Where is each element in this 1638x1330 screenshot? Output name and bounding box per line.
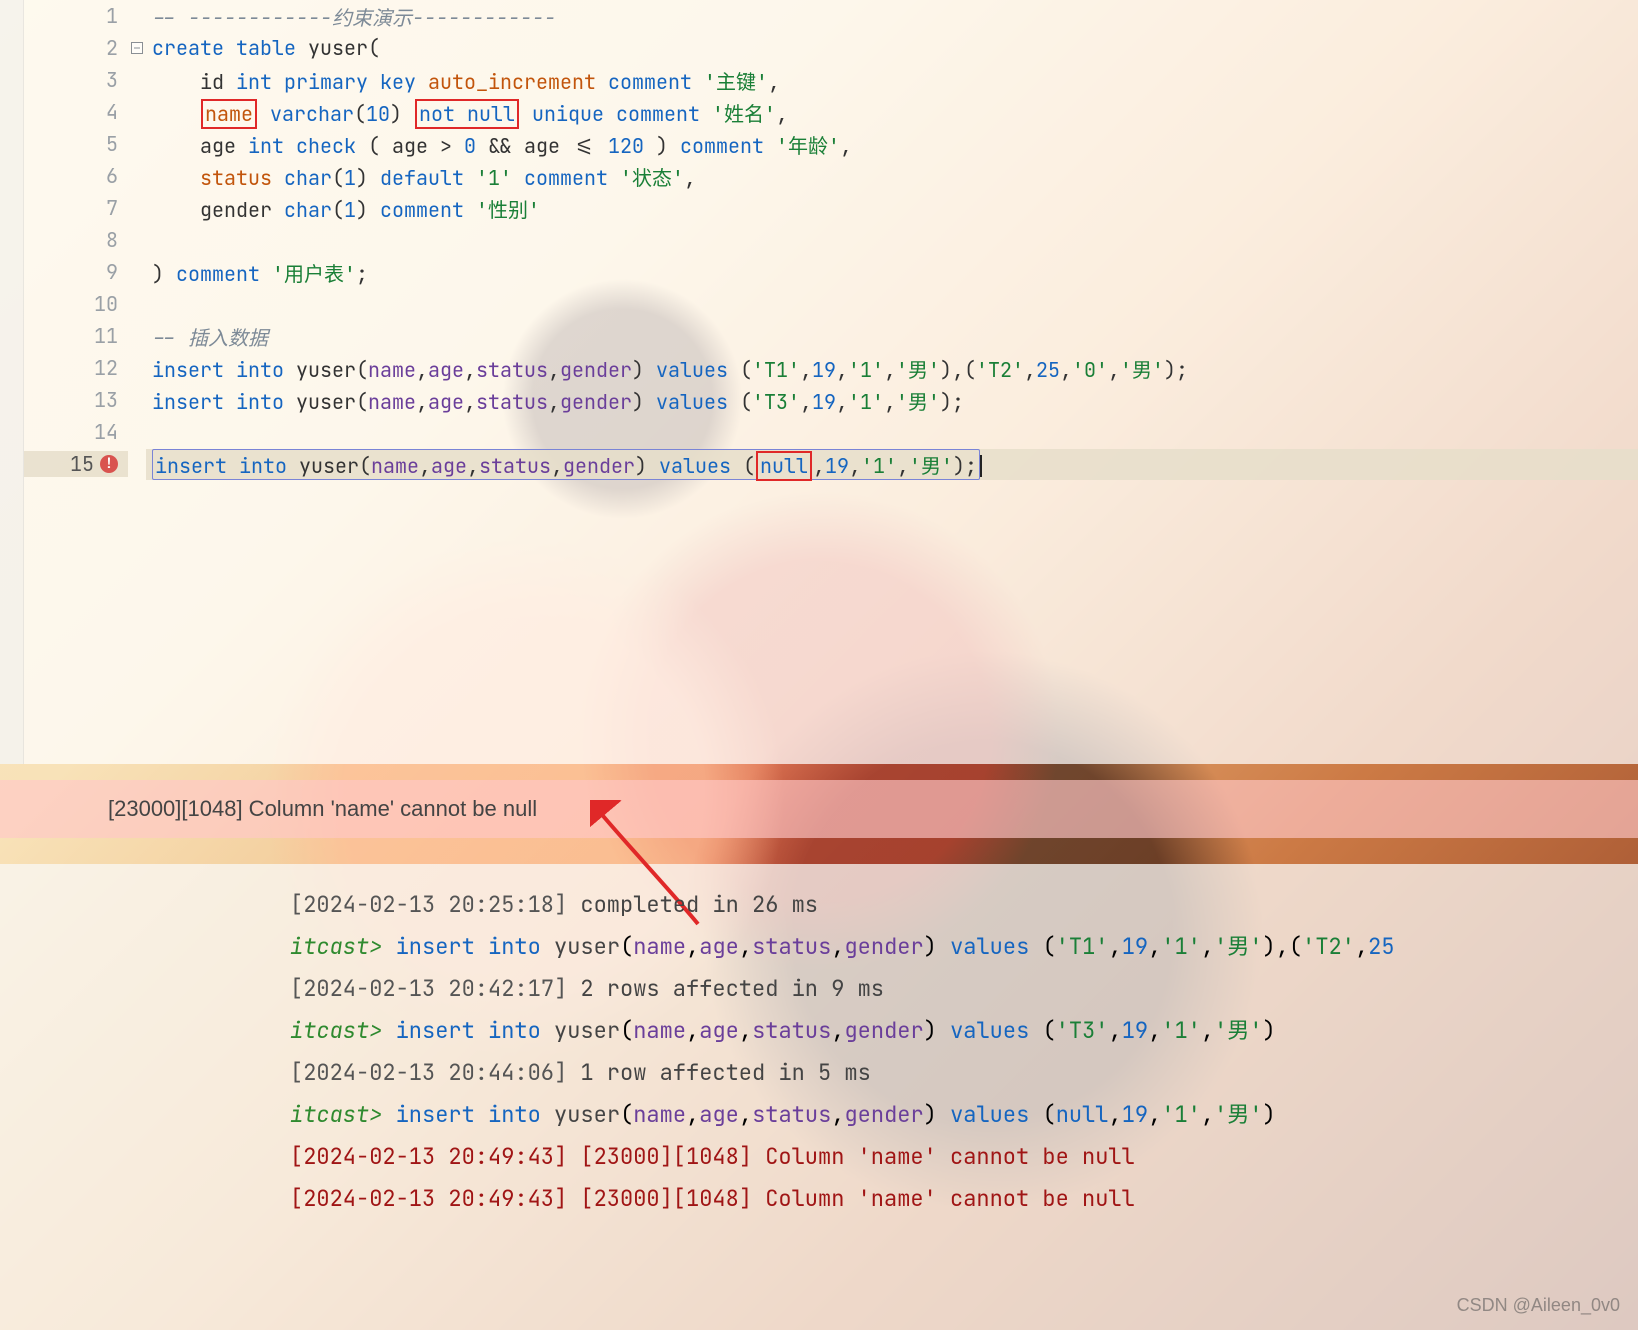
console-output[interactable]: [2024-02-13 20:25:18] completed in 26 ms…: [290, 884, 1638, 1220]
code-line[interactable]: 13 insert into yuser(name,age,status,gen…: [24, 384, 1638, 416]
code-text[interactable]: -- 插入数据: [146, 322, 1638, 351]
watermark: CSDN @Aileen_0v0: [1457, 1295, 1620, 1316]
editor-side-strip: [0, 0, 24, 764]
code-text[interactable]: id int primary key auto_increment commen…: [146, 66, 1638, 95]
annotation-box-notnull: not null: [415, 99, 519, 129]
line-number: 1: [24, 3, 128, 29]
console-line: itcast> insert into yuser(name,age,statu…: [290, 1094, 1638, 1136]
line-number: 5: [24, 131, 128, 157]
console-line-error: [2024-02-13 20:49:43] [23000][1048] Colu…: [290, 1178, 1638, 1220]
line-number: 10: [24, 291, 128, 317]
line-number: 4: [24, 99, 128, 125]
line-number: 13: [24, 387, 128, 413]
console-line: [2024-02-13 20:25:18] completed in 26 ms: [290, 884, 1638, 926]
line-number: 15!: [24, 451, 128, 477]
statement-highlight: insert into yuser(name,age,status,gender…: [152, 449, 980, 480]
code-line[interactable]: 4 name varchar(10) not null unique comme…: [24, 96, 1638, 128]
console-line-error: [2024-02-13 20:49:43] [23000][1048] Colu…: [290, 1136, 1638, 1178]
line-number: 8: [24, 227, 128, 253]
code-text[interactable]: ) comment '用户表';: [146, 258, 1638, 287]
code-line[interactable]: 1 -- ------------约束演示------------: [24, 0, 1638, 32]
error-gutter-icon[interactable]: !: [100, 455, 118, 473]
console-line: [2024-02-13 20:42:17] 2 rows affected in…: [290, 968, 1638, 1010]
root: 1 -- ------------约束演示------------ 2 crea…: [0, 0, 1638, 1330]
fold-toggle[interactable]: [128, 42, 146, 54]
line-number: 14: [24, 419, 128, 445]
code-line[interactable]: 6 status char(1) default '1' comment '状态…: [24, 160, 1638, 192]
fold-minus-icon: [131, 42, 143, 54]
code-text[interactable]: -- ------------约束演示------------: [146, 2, 1638, 31]
editor-body: 1 -- ------------约束演示------------ 2 crea…: [24, 0, 1638, 764]
code-text[interactable]: age int check ( age > 0 && age <= 120 ) …: [146, 130, 1638, 159]
code-text[interactable]: status char(1) default '1' comment '状态',: [146, 162, 1638, 191]
code-line[interactable]: 11 -- 插入数据: [24, 320, 1638, 352]
error-message: [23000][1048] Column 'name' cannot be nu…: [108, 796, 537, 822]
code-line[interactable]: 10: [24, 288, 1638, 320]
code-text[interactable]: insert into yuser(name,age,status,gender…: [146, 354, 1638, 383]
code-line[interactable]: 7 gender char(1) comment '性别': [24, 192, 1638, 224]
error-banner[interactable]: [23000][1048] Column 'name' cannot be nu…: [0, 780, 1638, 838]
code-line[interactable]: 3 id int primary key auto_increment comm…: [24, 64, 1638, 96]
code-line-active[interactable]: 15! insert into yuser(name,age,status,ge…: [24, 448, 1638, 480]
code-text[interactable]: insert into yuser(name,age,status,gender…: [146, 449, 1638, 480]
console-line: itcast> insert into yuser(name,age,statu…: [290, 926, 1638, 968]
code-text[interactable]: create table yuser(: [146, 35, 1638, 61]
code-text[interactable]: name varchar(10) not null unique comment…: [146, 98, 1638, 127]
line-number: 3: [24, 67, 128, 93]
line-number: 12: [24, 355, 128, 381]
code-text[interactable]: gender char(1) comment '性别': [146, 194, 1638, 223]
code-line[interactable]: 14: [24, 416, 1638, 448]
line-number: 7: [24, 195, 128, 221]
line-number: 2: [24, 35, 128, 61]
annotation-box-name: name: [201, 99, 257, 129]
line-number: 11: [24, 323, 128, 349]
console-line: itcast> insert into yuser(name,age,statu…: [290, 1010, 1638, 1052]
text-cursor: [980, 455, 982, 477]
code-editor[interactable]: 1 -- ------------约束演示------------ 2 crea…: [0, 0, 1638, 764]
code-text[interactable]: insert into yuser(name,age,status,gender…: [146, 386, 1638, 415]
console-line: [2024-02-13 20:44:06] 1 row affected in …: [290, 1052, 1638, 1094]
line-number: 9: [24, 259, 128, 285]
code-line[interactable]: 9 ) comment '用户表';: [24, 256, 1638, 288]
code-line[interactable]: 12 insert into yuser(name,age,status,gen…: [24, 352, 1638, 384]
line-number: 6: [24, 163, 128, 189]
code-line[interactable]: 2 create table yuser(: [24, 32, 1638, 64]
code-line[interactable]: 5 age int check ( age > 0 && age <= 120 …: [24, 128, 1638, 160]
annotation-box-null: null: [756, 451, 812, 481]
code-line[interactable]: 8: [24, 224, 1638, 256]
